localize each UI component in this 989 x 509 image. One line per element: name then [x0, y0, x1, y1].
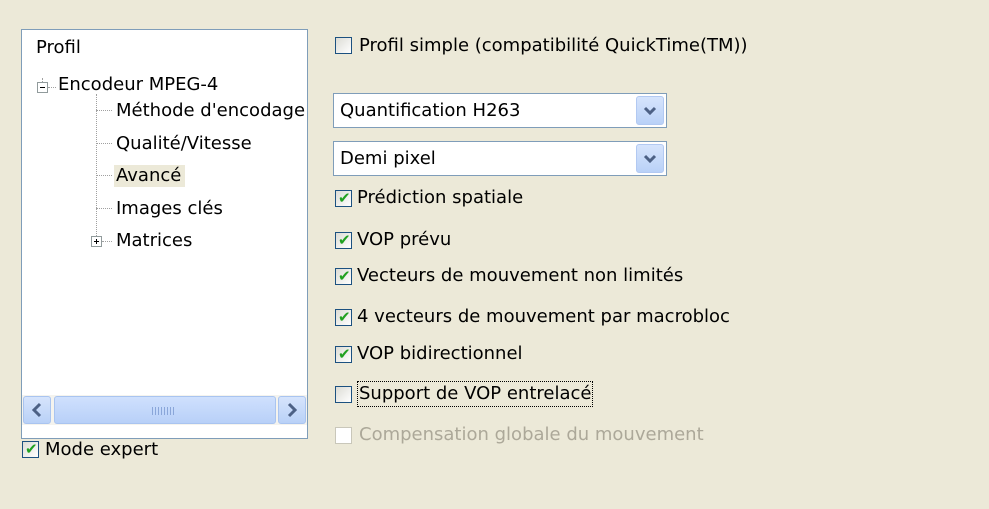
profile-tree[interactable]: Profil Encodeur MPEG-4 Méthode d'encodag… — [21, 29, 308, 439]
global-motion-label: Compensation globale du mouvement — [359, 424, 704, 445]
bidirectional-vop-checkbox[interactable]: ✔ — [335, 345, 352, 363]
tree-node-encoder[interactable]: Encodeur MPEG-4 — [58, 74, 218, 96]
chevron-right-icon — [287, 402, 298, 418]
checkmark-icon: ✔ — [338, 189, 351, 207]
scroll-right-button[interactable] — [278, 396, 306, 424]
spatial-prediction-checkbox[interactable]: ✔ — [335, 189, 352, 207]
tree-line — [48, 87, 56, 88]
four-mv-checkbox[interactable]: ✔ — [335, 308, 352, 326]
pixel-precision-select[interactable]: Demi pixel — [333, 141, 667, 176]
chevron-left-icon — [31, 402, 42, 418]
tree-line — [102, 241, 112, 242]
checkmark-icon: ✔ — [338, 308, 351, 326]
unrestricted-mv-checkbox[interactable]: ✔ — [335, 267, 352, 285]
unrestricted-mv-label: Vecteurs de mouvement non limités — [357, 265, 684, 286]
tree-line — [96, 110, 112, 111]
checkmark-icon: ✔ — [338, 345, 351, 363]
interlaced-vop-label: Support de VOP entrelacé — [356, 381, 594, 407]
tree-line — [96, 208, 112, 209]
collapse-icon[interactable] — [37, 82, 48, 93]
expand-icon[interactable] — [91, 236, 102, 247]
checkmark-icon: ✔ — [338, 267, 351, 285]
dropdown-button[interactable] — [636, 144, 664, 173]
four-mv-label: 4 vecteurs de mouvement par macrobloc — [357, 306, 730, 327]
simple-profile-checkbox[interactable] — [335, 37, 352, 54]
tree-line — [96, 175, 112, 176]
tree-node-encoding-method[interactable]: Méthode d'encodage — [116, 100, 305, 122]
tree-node-key-frames[interactable]: Images clés — [116, 198, 223, 220]
pixel-precision-select-value: Demi pixel — [340, 148, 436, 169]
tree-root-profil[interactable]: Profil — [36, 37, 81, 59]
quantification-select-value: Quantification H263 — [340, 100, 521, 121]
mode-expert-label: Mode expert — [45, 439, 159, 460]
quantification-select[interactable]: Quantification H263 — [333, 93, 667, 128]
predicted-vop-checkbox[interactable]: ✔ — [335, 231, 352, 249]
global-motion-checkbox — [335, 427, 352, 444]
chevron-down-icon — [643, 154, 657, 164]
bidirectional-vop-label: VOP bidirectionnel — [357, 343, 523, 364]
predicted-vop-label: VOP prévu — [357, 229, 452, 250]
spatial-prediction-label: Prédiction spatiale — [357, 187, 524, 208]
simple-profile-label: Profil simple (compatibilité QuickTime(T… — [359, 35, 748, 56]
chevron-down-icon — [643, 106, 657, 116]
tree-node-quality-speed[interactable]: Qualité/Vitesse — [116, 133, 252, 155]
tree-node-matrices[interactable]: Matrices — [116, 230, 192, 252]
dropdown-button[interactable] — [636, 96, 664, 125]
scroll-left-button[interactable] — [23, 396, 51, 424]
tree-line — [96, 143, 112, 144]
checkmark-icon: ✔ — [338, 231, 351, 249]
tree-node-advanced[interactable]: Avancé — [114, 165, 186, 187]
mode-expert-checkbox[interactable]: ✔ — [22, 440, 39, 458]
tree-line — [96, 94, 97, 246]
scroll-thumb[interactable] — [54, 396, 276, 424]
tree-horizontal-scrollbar[interactable] — [22, 395, 307, 425]
interlaced-vop-checkbox[interactable] — [335, 386, 352, 403]
checkmark-icon: ✔ — [25, 440, 38, 458]
